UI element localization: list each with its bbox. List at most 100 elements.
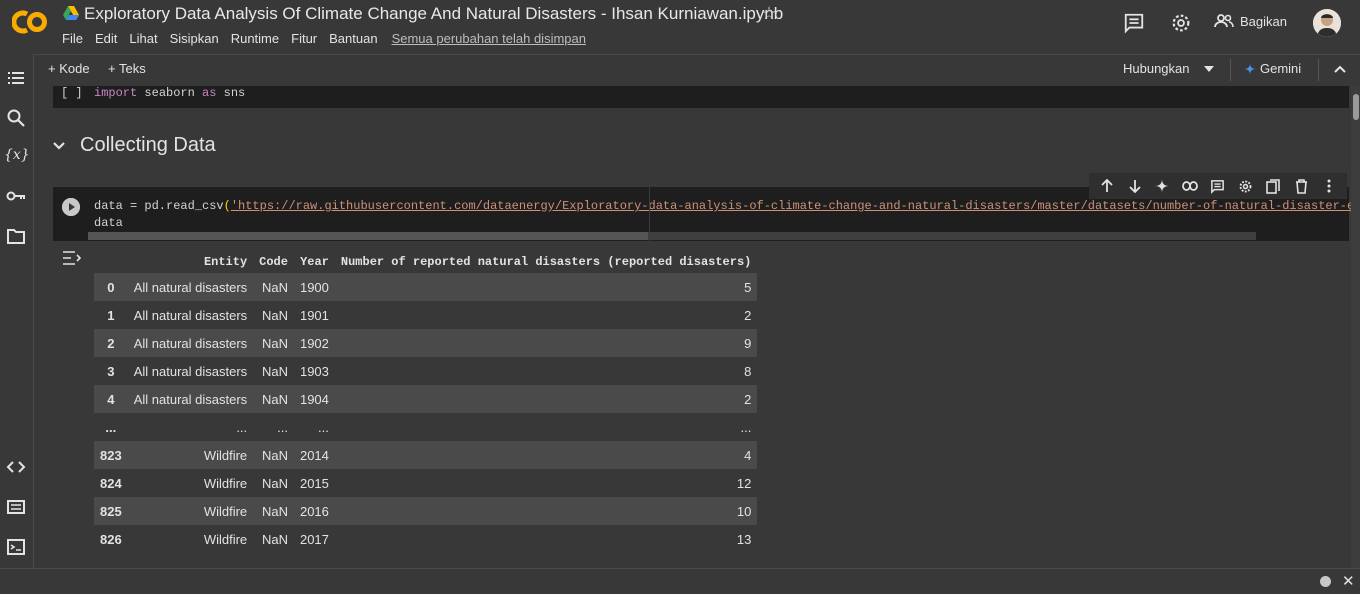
table-row: ............... [94,413,758,441]
section-heading: Collecting Data [52,134,216,157]
table-header: Entity [203,255,248,269]
add-code-button[interactable]: + Kode [48,61,90,76]
status-bar: ✕ [0,568,1360,594]
disasters-cell: 8 [334,357,758,385]
move-up-icon[interactable] [1097,176,1117,196]
add-text-button[interactable]: + Teks [108,61,146,76]
menu-runtime[interactable]: Runtime [231,31,279,46]
row-index: 823 [94,441,128,469]
import-code-line: import seaborn as sns [94,86,245,100]
entity-cell: All natural disasters [127,273,254,301]
code-cell: NaN [253,525,294,553]
table-header: Number of reported natural disasters (re… [340,255,752,269]
year-cell: 1902 [293,329,335,357]
row-index: 1 [94,301,128,329]
menu-file[interactable]: File [62,31,83,46]
chevron-down-icon[interactable] [52,141,66,151]
menu-view[interactable]: Lihat [129,31,157,46]
cell-toolbar [1089,173,1347,199]
save-status-link[interactable]: Semua perubahan telah disimpan [392,31,586,46]
entity-cell: Wildfire [127,441,254,469]
horizontal-scrollbar[interactable] [88,232,1256,240]
sparkle-icon[interactable] [1152,176,1172,196]
code-icon[interactable] [6,457,26,477]
avatar[interactable] [1313,9,1341,37]
connect-button[interactable]: Hubungkan [1123,61,1214,76]
star-icon[interactable]: ☆ [761,3,777,24]
scrollbar-thumb[interactable] [88,232,648,240]
comment-icon[interactable] [1208,176,1228,196]
colab-logo[interactable] [12,7,50,37]
menu-tools[interactable]: Fitur [291,31,317,46]
entity-cell: Wildfire [127,469,254,497]
menu-insert[interactable]: Sisipkan [170,31,219,46]
more-icon[interactable] [1319,176,1339,196]
code-url-string[interactable]: 'https://raw.githubusercontent.com/datae… [231,199,1351,213]
row-index: 4 [94,385,128,413]
snippets-icon[interactable] [6,497,26,517]
year-cell: 1903 [293,357,335,385]
disasters-cell: 4 [334,441,758,469]
disasters-cell: 9 [334,329,758,357]
scrollbar-thumb[interactable] [1353,94,1359,120]
search-icon[interactable] [6,108,26,128]
terminal-icon[interactable] [6,537,26,557]
run-cell-button[interactable] [62,198,80,216]
mirror-icon[interactable] [1263,176,1283,196]
code-cell: NaN [253,385,294,413]
divider [1230,59,1231,81]
disasters-cell: 12 [334,469,758,497]
connect-label: Hubungkan [1123,61,1190,76]
row-index: 3 [94,357,128,385]
toc-icon[interactable] [6,68,26,88]
drive-icon[interactable] [63,6,79,20]
chevron-up-icon[interactable] [1333,62,1347,76]
disasters-cell: ... [334,413,758,441]
key-icon[interactable] [6,186,26,206]
entity-cell: ... [127,413,254,441]
gemini-button[interactable]: Gemini [1244,61,1301,76]
folder-icon[interactable] [6,226,26,246]
disasters-cell: 5 [334,273,758,301]
row-index: 2 [94,329,128,357]
table-row: 1 All natural disasters NaN 1901 2 [94,301,758,329]
header: Exploratory Data Analysis Of Climate Cha… [0,0,1360,54]
settings-icon[interactable] [1236,176,1256,196]
divider [1318,59,1319,81]
play-icon [62,198,80,216]
variables-icon[interactable]: {x} [4,147,30,167]
move-down-icon[interactable] [1125,176,1145,196]
table-header-row: Entity Code Year Number of reported natu… [94,251,757,273]
code-cell: NaN [253,497,294,525]
menu-edit[interactable]: Edit [95,31,117,46]
table-row: 4 All natural disasters NaN 1904 2 [94,385,758,413]
vertical-scrollbar[interactable] [1351,86,1360,568]
link-icon[interactable] [1180,176,1200,196]
output-actions-icon[interactable] [62,250,82,266]
menu-help[interactable]: Bantuan [329,31,377,46]
close-icon[interactable]: ✕ [1342,572,1355,590]
table-row: 824 Wildfire NaN 2015 12 [94,469,758,497]
chevron-down-icon[interactable] [1203,65,1214,72]
share-button[interactable]: Bagikan [1214,13,1287,29]
delete-icon[interactable] [1291,176,1311,196]
status-indicator-icon[interactable] [1320,576,1331,587]
code-paren: ( [223,199,231,213]
notebook-title[interactable]: Exploratory Data Analysis Of Climate Cha… [84,4,783,24]
menu-bar: File Edit Lihat Sisipkan Runtime Fitur B… [62,31,586,46]
row-index: 0 [94,273,128,301]
year-cell: ... [293,413,335,441]
year-cell: 1901 [293,301,335,329]
year-cell: 2016 [293,497,335,525]
table-row: 825 Wildfire NaN 2016 10 [94,497,758,525]
import-code-cell[interactable]: [ ] import seaborn as sns [53,86,1349,108]
settings-icon[interactable] [1170,12,1192,34]
year-cell: 1900 [293,273,335,301]
table-header [94,251,128,273]
table-row: 826 Wildfire NaN 2017 13 [94,525,758,553]
gemini-label: Gemini [1260,61,1302,76]
table-header: Year [300,255,329,269]
table-row: 2 All natural disasters NaN 1902 9 [94,329,758,357]
comment-icon[interactable] [1123,12,1145,34]
entity-cell: All natural disasters [127,329,254,357]
